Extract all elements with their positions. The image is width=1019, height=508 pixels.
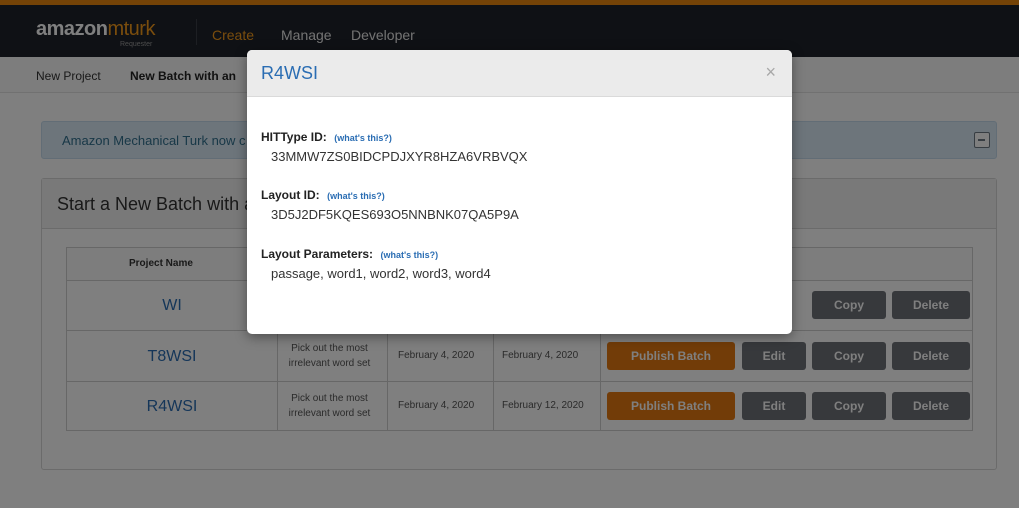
- layout-id-label: Layout ID:: [261, 188, 320, 202]
- layout-params-value: passage, word1, word2, word3, word4: [271, 266, 491, 281]
- layout-params-label: Layout Parameters:: [261, 247, 374, 261]
- layout-help-link[interactable]: (what's this?): [327, 191, 385, 201]
- layout-params-field: Layout Parameters: (what's this?) passag…: [261, 245, 491, 281]
- modal-title: R4WSI: [261, 63, 319, 83]
- layout-id-field: Layout ID: (what's this?) 3D5J2DF5KQES69…: [261, 186, 519, 222]
- params-help-link[interactable]: (what's this?): [381, 250, 439, 260]
- project-info-modal: R4WSI × HITType ID: (what's this?) 33MMW…: [247, 50, 792, 334]
- hittype-id-value: 33MMW7ZS0BIDCPDJXYR8HZA6VRBVQX: [271, 149, 528, 164]
- layout-id-value: 3D5J2DF5KQES693O5NNBNK07QA5P9A: [271, 207, 519, 222]
- hittype-help-link[interactable]: (what's this?): [334, 133, 392, 143]
- modal-header: R4WSI ×: [247, 50, 792, 97]
- hittype-id-field: HITType ID: (what's this?) 33MMW7ZS0BIDC…: [261, 128, 527, 164]
- close-icon[interactable]: ×: [765, 62, 776, 83]
- hittype-id-label: HITType ID:: [261, 130, 327, 144]
